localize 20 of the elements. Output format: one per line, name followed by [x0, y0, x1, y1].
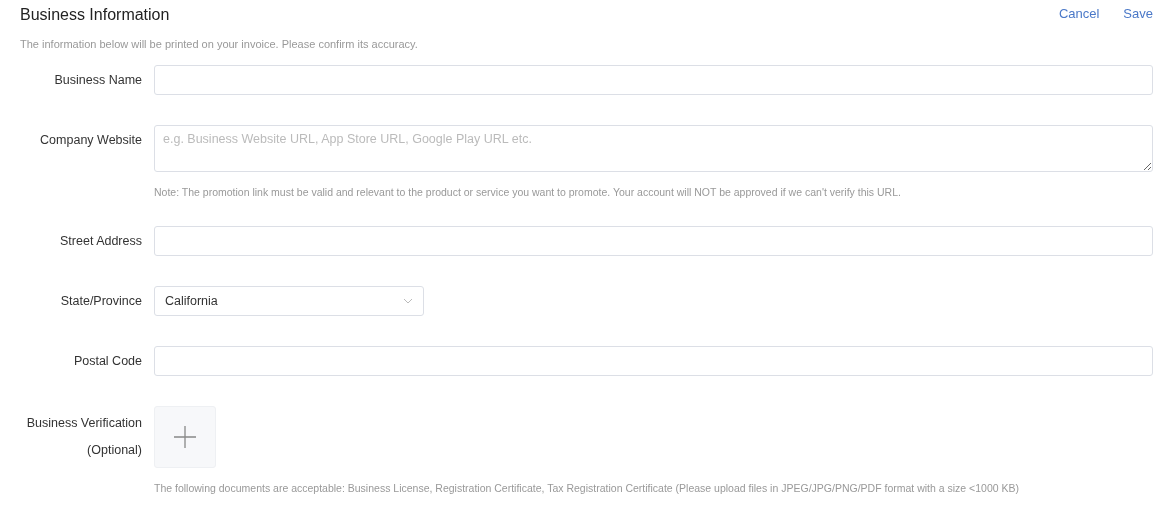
save-link[interactable]: Save	[1123, 6, 1153, 21]
field-note: Note: The promotion link must be valid and relevant to the product or service you want to promote. Your account will NOT be approved if we can't verify this URL.	[154, 186, 902, 198]
state-dropdown[interactable]: California	[154, 286, 424, 316]
text-field[interactable]	[154, 226, 1153, 256]
text-field[interactable]	[154, 346, 1153, 376]
field-label: Street Address	[59, 233, 142, 250]
website-field[interactable]: e.g. Business Website URL, App Store URL, Google Play URL etc.	[154, 125, 1153, 172]
field-label: Company Website	[39, 132, 142, 149]
form-title: Business Information	[20, 5, 171, 25]
text-field[interactable]	[154, 65, 1153, 95]
form-subtitle: The information below will be printed on your invoice. Please confirm its accuracy.	[20, 38, 418, 50]
field-label: Business Name	[53, 72, 142, 89]
field-label: Postal Code	[72, 353, 142, 370]
chevron-down-icon	[403, 298, 413, 304]
field-note: The following documents are acceptable: Business License, Registration Certificate, Tax Registration Certificate (Please upload files in JPEG/JPG/PNG/PDF format with a size <1000 KB)	[154, 482, 1020, 494]
plus-icon	[174, 426, 196, 448]
upload-button[interactable]	[154, 406, 216, 468]
cancel-link[interactable]: Cancel	[1058, 6, 1100, 21]
field-label: State/Province	[59, 293, 142, 310]
field-label: Business Verification (Optional)	[25, 415, 142, 459]
